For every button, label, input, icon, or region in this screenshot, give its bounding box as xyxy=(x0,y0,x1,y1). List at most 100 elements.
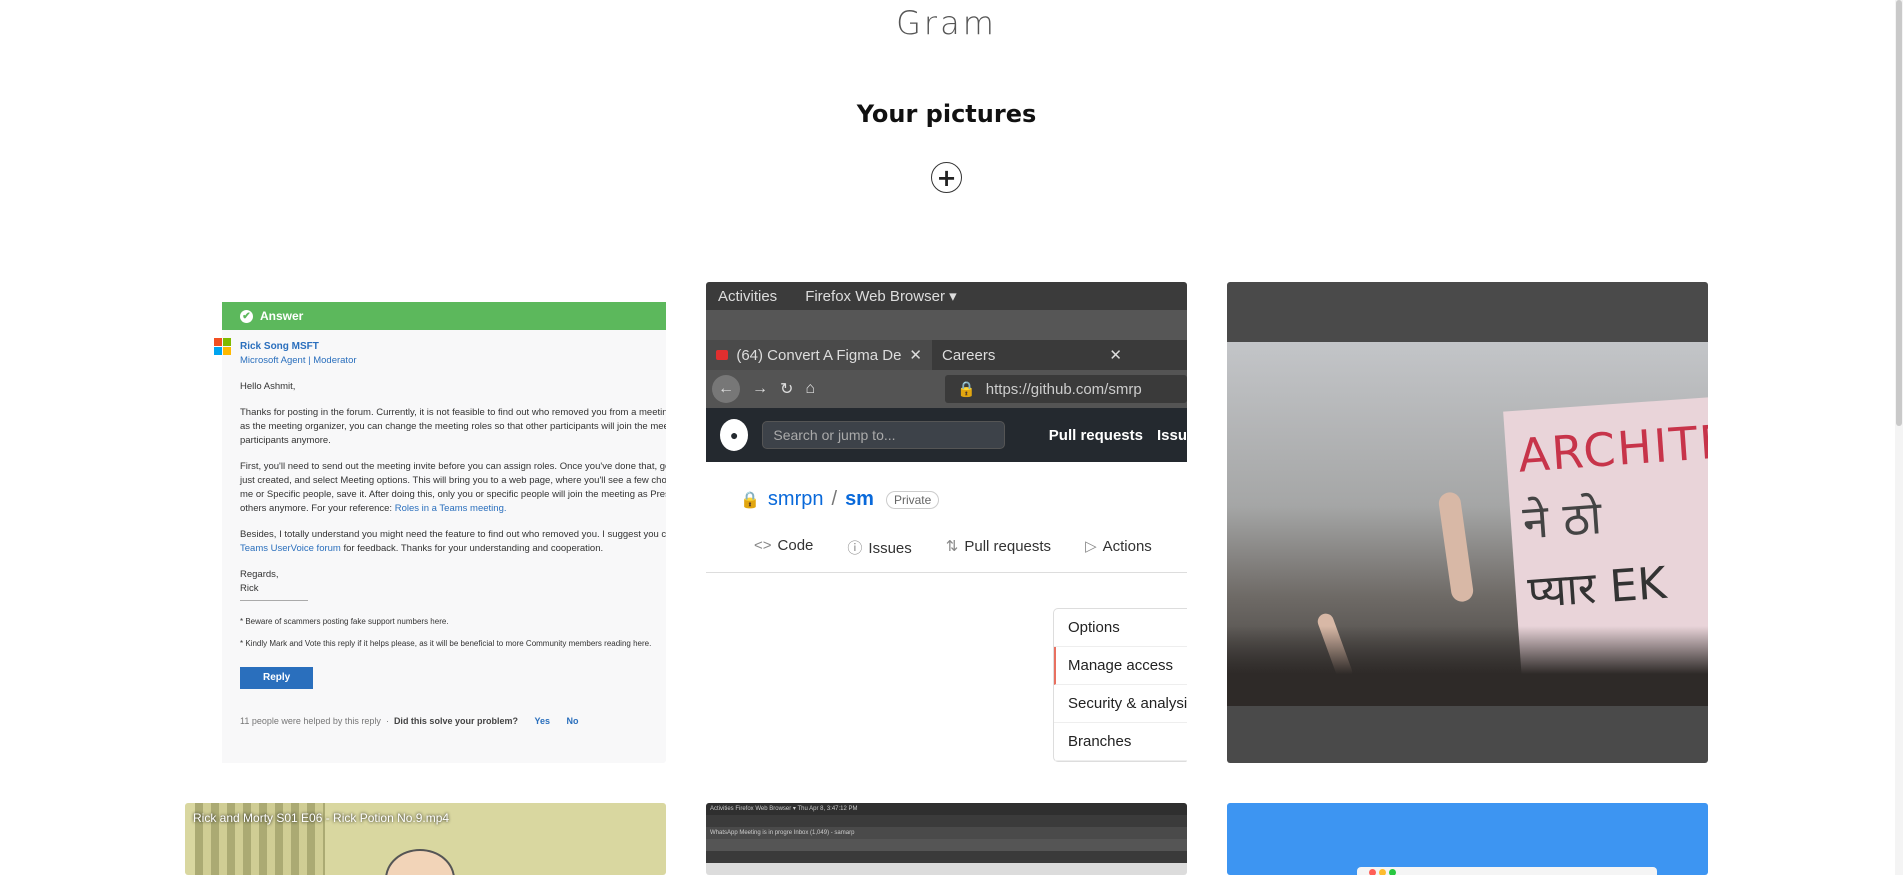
brand-title: Gram xyxy=(896,4,997,42)
para1-line-c: participants anymore. xyxy=(240,435,331,446)
repo-slash: / xyxy=(831,488,838,510)
back-arrow-icon: ← xyxy=(712,375,740,403)
picture-tile-browser-meeting[interactable]: Activities Firefox Web Browser ▾ Thu Apr… xyxy=(706,803,1187,875)
para1-line-a: Thanks for posting in the forum. Current… xyxy=(240,407,666,418)
paragraph-2: First, you'll need to send out the meeti… xyxy=(240,460,666,516)
answer-bar: ✔ Answer xyxy=(222,302,666,330)
maximize-dot-icon xyxy=(1389,869,1396,875)
divider xyxy=(240,600,308,601)
para2-line-d: others anymore. For your reference: xyxy=(240,503,395,514)
para2-line-a: First, you'll need to send out the meeti… xyxy=(240,461,666,472)
window-frame xyxy=(1357,867,1657,875)
browser-nav-bar: ← → ↻ ⌂ 🔒 https://github.com/smrp xyxy=(706,370,1187,408)
picture-tile-forum-answer[interactable]: ✔ Answer Rick Song MSFT Microsoft Agent … xyxy=(185,282,666,763)
repo-tab-label: Code xyxy=(777,537,814,554)
repo-tab-code: <> Code xyxy=(754,537,813,558)
mini-tab-strip: WhatsApp Meeting is in progre Inbox (1,0… xyxy=(706,827,1187,839)
protest-photo: ARCHITE ने ठो प्यार EK xyxy=(1227,342,1708,706)
video-title: Rick and Morty S01 E06 - Rick Potion No.… xyxy=(193,811,450,825)
para3-line-b: for feedback. Thanks for your understand… xyxy=(340,543,604,554)
mini-title-bar xyxy=(706,815,1187,827)
menu-item-branches: Branches xyxy=(1054,723,1187,761)
microsoft-logo-icon xyxy=(214,338,231,355)
youtube-icon xyxy=(716,350,729,360)
browser-tab-youtube: (64) Convert A Figma De ✕ xyxy=(706,340,932,370)
search-placeholder: Search or jump to... xyxy=(773,427,896,443)
code-icon: <> xyxy=(754,537,772,554)
repo-owner: smrpn xyxy=(767,488,824,510)
yes-label: Yes xyxy=(534,716,551,726)
paragraph-3: Besides, I totally understand you might … xyxy=(240,528,666,556)
author-name: Rick Song MSFT xyxy=(240,341,319,352)
roles-link: Roles in a Teams meeting. xyxy=(394,503,507,514)
raised-hand xyxy=(1437,491,1475,603)
title-bar xyxy=(706,310,1187,340)
tab1-label: (64) Convert A Figma De xyxy=(736,346,902,364)
visibility-badge: Private xyxy=(885,490,940,509)
character-face xyxy=(385,849,455,875)
para2-line-b: just created, and select Meeting options… xyxy=(240,475,666,486)
github-header: ● Search or jump to... Pull requests Iss… xyxy=(706,408,1187,462)
forum-answer-card: ✔ Answer Rick Song MSFT Microsoft Agent … xyxy=(214,302,666,763)
mini-address-bar xyxy=(706,839,1187,851)
picture-tile-video-frame[interactable]: Rick and Morty S01 E06 - Rick Potion No.… xyxy=(185,803,666,875)
para2-line-c: me or Specific people, save it. After do… xyxy=(240,489,666,500)
forward-arrow-icon: → xyxy=(752,380,768,397)
repo-tab-pull-requests: ⇅ Pull requests xyxy=(946,537,1051,558)
section-title: Your pictures xyxy=(856,100,1037,128)
picture-tile-blue-desktop[interactable] xyxy=(1227,803,1708,875)
para3-line-a: Besides, I totally understand you might … xyxy=(240,529,666,540)
reload-icon: ↻ xyxy=(780,381,794,398)
helped-footer: 11 people were helped by this reply · Di… xyxy=(240,716,579,726)
repo-lock-icon: 🔒 xyxy=(740,491,760,509)
minimize-dot-icon xyxy=(1379,869,1386,875)
lock-icon: 🔒 xyxy=(957,381,976,398)
sign-line-3: प्यार EK xyxy=(1526,557,1669,619)
reply-button: Reply xyxy=(240,667,314,689)
menu-item-options: Options xyxy=(1054,609,1187,647)
regards: Regards, xyxy=(240,569,279,580)
close-icon: ✕ xyxy=(909,347,922,364)
uservoice-link: Teams UserVoice forum xyxy=(240,543,341,554)
para1-line-b: as the meeting organizer, you can change… xyxy=(240,421,666,432)
github-search-box: Search or jump to... xyxy=(762,421,1005,449)
close-dot-icon xyxy=(1369,869,1376,875)
picture-tile-github-screenshot[interactable]: Activities Firefox Web Browser ▾ (64) Co… xyxy=(706,282,1187,763)
github-logo-icon: ● xyxy=(720,419,749,451)
repo-heading: 🔒 smrpn / sm Private xyxy=(706,462,1187,511)
mini-page xyxy=(706,851,1187,863)
repo-tab-label: Pull requests xyxy=(964,538,1052,555)
scrollbar-thumb[interactable] xyxy=(1896,0,1902,426)
sign-line-2: ने ठो xyxy=(1521,490,1604,550)
browser-tab-strip: (64) Convert A Figma De ✕ Careers ✕ xyxy=(706,340,1187,370)
pull-request-icon: ⇅ xyxy=(945,538,959,555)
repo-name: sm xyxy=(845,488,874,510)
repo-tabs: <> Code ⓘ Issues ⇅ Pull requests ▷ Actions xyxy=(706,537,1187,558)
home-icon: ⌂ xyxy=(805,380,816,397)
author-role: Microsoft Agent | Moderator xyxy=(240,355,357,366)
signoff: Rick xyxy=(240,583,259,594)
repo-tab-label: Actions xyxy=(1102,538,1152,555)
address-bar: 🔒 https://github.com/smrp xyxy=(945,375,1187,403)
divider xyxy=(706,572,1187,573)
mini-top-bar: Activities Firefox Web Browser ▾ Thu Apr… xyxy=(706,803,1187,815)
note-scammers: * Beware of scammers posting fake suppor… xyxy=(240,617,449,626)
page-scrollbar[interactable] xyxy=(1895,0,1903,875)
pull-requests-nav: Pull requests xyxy=(1048,426,1143,444)
crowd xyxy=(1227,626,1708,706)
add-picture-button[interactable]: + xyxy=(931,162,962,193)
check-icon: ✔ xyxy=(240,309,253,323)
sign-line-1: ARCHITE xyxy=(1516,413,1708,483)
picture-tile-protest-photo[interactable]: ARCHITE ने ठो प्यार EK xyxy=(1227,282,1708,763)
paragraph-1: Thanks for posting in the forum. Current… xyxy=(240,406,666,448)
greeting: Hello Ashmit, xyxy=(240,381,296,392)
settings-menu: Options Manage access Security & analysi… xyxy=(1053,608,1187,762)
issues-nav: Issu xyxy=(1156,426,1187,444)
system-top-bar: Activities Firefox Web Browser ▾ xyxy=(706,282,1187,310)
activities-label: Activities xyxy=(718,287,778,305)
menu-item-security: Security & analysis xyxy=(1054,685,1187,723)
browser-menu-label: Firefox Web Browser ▾ xyxy=(805,288,957,305)
answer-label: Answer xyxy=(260,309,304,323)
issues-icon: ⓘ xyxy=(847,540,863,557)
helped-text: 11 people were helped by this reply xyxy=(240,716,381,726)
